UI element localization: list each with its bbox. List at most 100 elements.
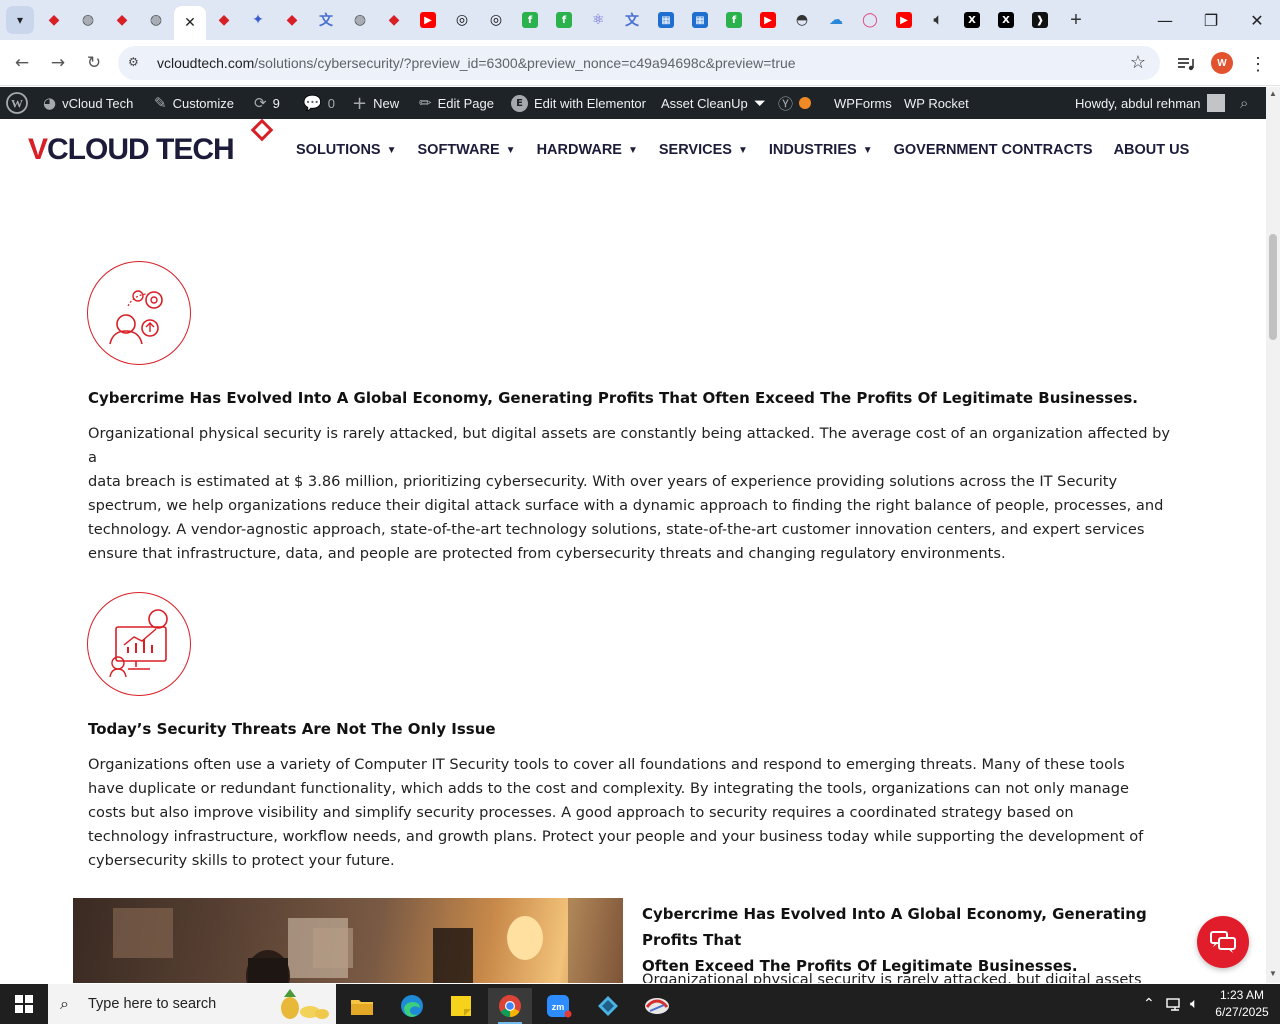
scroll-up-arrow-icon[interactable]: ▲ — [1268, 89, 1278, 99]
browser-tab[interactable]: 文 — [310, 6, 342, 34]
browser-tab[interactable]: f — [718, 6, 750, 34]
x-icon: X — [964, 12, 980, 28]
browser-tab[interactable]: ❱ — [1024, 6, 1056, 34]
browser-tab[interactable]: 🔈︎ — [922, 6, 954, 34]
taskbar-chrome[interactable] — [488, 988, 532, 1024]
adminbar-updates[interactable]: ⟳ 9 — [254, 87, 280, 119]
browser-tab[interactable]: ▶ — [888, 6, 920, 34]
wordpress-logo-icon[interactable]: W — [6, 87, 28, 119]
system-clock[interactable]: 1:23 AM 6/27/2025 — [1210, 987, 1274, 1021]
browser-tab[interactable]: ⚛ — [582, 6, 614, 34]
asset-cleanup-label: Asset CleanUp — [661, 95, 748, 111]
bird-icon: ✦ — [252, 12, 264, 28]
close-icon[interactable]: ✕ — [182, 15, 198, 31]
browser-tab[interactable]: f — [548, 6, 580, 34]
adminbar-customize[interactable]: ✎ Customize — [154, 87, 234, 119]
adminbar-wp-rocket[interactable]: WP Rocket — [904, 87, 969, 119]
restore-button[interactable]: ❐ — [1188, 0, 1234, 40]
chat-button[interactable] — [1197, 916, 1249, 968]
updates-count: 9 — [272, 95, 280, 111]
bottom-section-heading: Cybercrime Has Evolved Into A Global Eco… — [642, 901, 1202, 979]
adminbar-edit-elementor[interactable]: E Edit with Elementor — [511, 87, 646, 119]
browser-tab[interactable]: ▦ — [684, 6, 716, 34]
browser-tab[interactable]: ◆ — [38, 6, 70, 34]
close-window-button[interactable]: ✕ — [1234, 0, 1280, 40]
site-info-icon[interactable]: ⚙ — [128, 55, 144, 71]
volume-icon[interactable]: 🔈︎ — [1190, 984, 1198, 1024]
reload-button[interactable]: ↻ — [81, 50, 107, 76]
forward-button[interactable]: → — [45, 50, 71, 76]
network-icon[interactable] — [1166, 984, 1184, 1024]
taskbar-sticky-notes[interactable] — [439, 988, 483, 1024]
browser-tab[interactable]: 文 — [616, 6, 648, 34]
address-bar[interactable]: ⚙ vcloudtech.com/solutions/cybersecurity… — [118, 46, 1160, 80]
adminbar-site-link[interactable]: ◕ vCloud Tech — [43, 87, 133, 119]
page-scrollbar[interactable]: ▲ ▼ — [1266, 87, 1280, 983]
paragraph-line: Organizational physical security is rare… — [88, 425, 1171, 466]
taskbar-zoom[interactable]: zm — [537, 988, 581, 1024]
adminbar-yoast[interactable]: Ⓨ — [778, 87, 812, 119]
browser-tab[interactable]: f — [514, 6, 546, 34]
pineapple-icon — [281, 989, 329, 1019]
scroll-down-arrow-icon[interactable]: ▼ — [1268, 969, 1278, 979]
feedly-icon: f — [726, 12, 742, 28]
browser-tab[interactable]: ◆ — [378, 6, 410, 34]
nav-item-services[interactable]: SERVICES ▼ — [659, 142, 748, 158]
back-button[interactable]: ← — [9, 50, 35, 76]
browser-tab[interactable]: ◍ — [72, 6, 104, 34]
gem-icon: ◆ — [218, 12, 230, 28]
taskbar-search-box[interactable]: ⌕ Type here to search — [48, 984, 336, 1024]
browser-tab[interactable]: ✕ — [174, 6, 206, 40]
adminbar-search-icon[interactable]: ⌕ — [1240, 87, 1248, 119]
adminbar-edit-page[interactable]: ✏ Edit Page — [419, 87, 494, 119]
browser-tab[interactable]: ◍ — [344, 6, 376, 34]
browser-tab[interactable]: ◯ — [854, 6, 886, 34]
browser-tab[interactable]: ◍ — [140, 6, 172, 34]
browser-tab[interactable]: X — [990, 6, 1022, 34]
pencil-icon: ✏ — [419, 94, 432, 112]
adminbar-account[interactable]: Howdy, abdul rehman — [1075, 87, 1225, 119]
browser-tab[interactable]: ◆ — [276, 6, 308, 34]
page-viewport: VCLOUD TECH SOLUTIONS ▼ SOFTWARE ▼ HARDWARE ▼… — [0, 119, 1266, 983]
tray-overflow-icon[interactable]: ⌃ — [1143, 984, 1155, 1024]
browser-tab[interactable]: X — [956, 6, 988, 34]
browser-tab[interactable]: ◎ — [480, 6, 512, 34]
adminbar-wpforms[interactable]: WPForms — [834, 87, 892, 119]
nav-item-hardware[interactable]: HARDWARE ▼ — [537, 142, 638, 158]
scroll-thumb[interactable] — [1269, 234, 1277, 340]
new-tab-button[interactable]: + — [1064, 8, 1088, 32]
new-label: New — [373, 95, 400, 111]
site-logo[interactable]: VCLOUD TECH — [28, 133, 235, 167]
taskbar-app-snipping[interactable] — [635, 988, 679, 1024]
menu-kebab-icon[interactable]: ⋮ — [1246, 52, 1270, 76]
taskbar-app-diamond[interactable] — [586, 988, 630, 1024]
browser-tab[interactable]: ▦ — [650, 6, 682, 34]
browser-tab[interactable]: ☁ — [820, 6, 852, 34]
nav-item-government-contracts[interactable]: GOVERNMENT CONTRACTS — [894, 142, 1093, 158]
nav-item-about-us[interactable]: ABOUT US — [1114, 142, 1190, 158]
browser-tab[interactable]: ▶ — [752, 6, 784, 34]
browser-tab[interactable]: ◆ — [208, 6, 240, 34]
browser-tab[interactable]: ◓ — [786, 6, 818, 34]
profile-avatar[interactable]: W — [1211, 52, 1233, 74]
bookmark-star-icon[interactable]: ☆ — [1130, 52, 1146, 73]
adminbar-comments[interactable]: 💬 0 — [303, 87, 335, 119]
browser-tab[interactable]: ◎ — [446, 6, 478, 34]
minimize-button[interactable]: — — [1142, 0, 1188, 40]
start-button[interactable] — [0, 984, 48, 1024]
taskbar-file-explorer[interactable] — [340, 988, 384, 1024]
url-text[interactable]: vcloudtech.com/solutions/cybersecurity/?… — [157, 55, 796, 71]
adminbar-asset-cleanup[interactable]: Asset CleanUp ⏷ — [661, 87, 766, 119]
svg-text:W: W — [11, 97, 23, 111]
adminbar-new[interactable]: + New — [352, 87, 399, 119]
browser-tab[interactable]: ▶ — [412, 6, 444, 34]
browser-tab[interactable]: ◆ — [106, 6, 138, 34]
nav-item-industries[interactable]: INDUSTRIES ▼ — [769, 142, 873, 158]
youtube-icon: ▶ — [760, 12, 776, 28]
media-controls-icon[interactable] — [1174, 52, 1198, 76]
nav-item-software[interactable]: SOFTWARE ▼ — [418, 142, 516, 158]
taskbar-edge[interactable] — [390, 988, 434, 1024]
nav-item-solutions[interactable]: SOLUTIONS ▼ — [296, 142, 397, 158]
browser-tab[interactable]: ✦ — [242, 6, 274, 34]
tab-search-chevron-icon[interactable]: ▾ — [6, 6, 34, 34]
